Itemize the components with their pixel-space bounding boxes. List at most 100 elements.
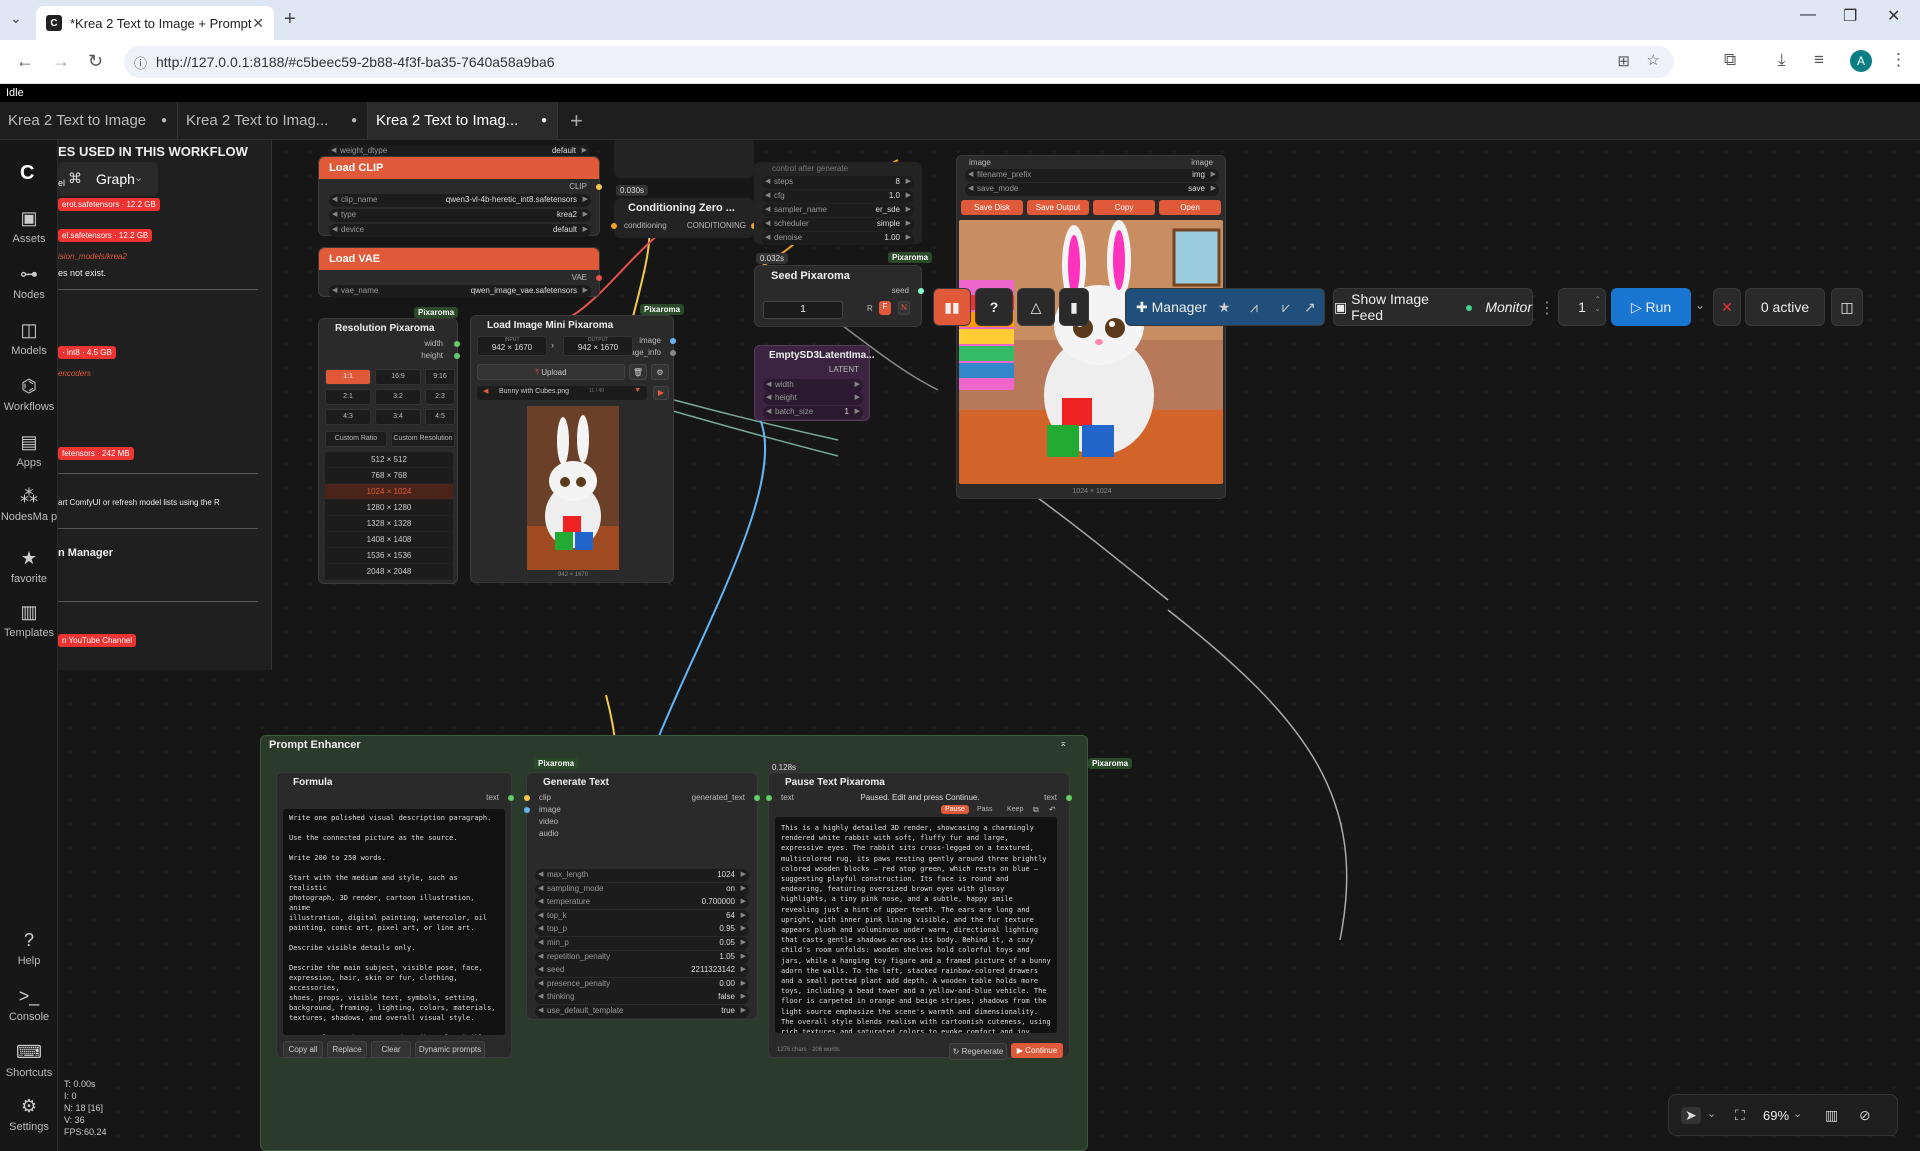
continue-button[interactable]: ▶ Continue: [1011, 1043, 1063, 1058]
save-disk-button[interactable]: Save Disk: [961, 200, 1023, 215]
resolution-option[interactable]: 1408 × 1408: [325, 532, 453, 548]
seed-value-input[interactable]: 1: [763, 301, 843, 319]
generate-text-node[interactable]: Generate Text generated_text clip image …: [524, 772, 760, 1020]
clip-input-socket[interactable]: [524, 795, 530, 801]
clip-name-widget[interactable]: clip_name qwen3-vl-4b-heretic_int8.safete…: [329, 194, 591, 207]
save-mode-widget[interactable]: save_mode save: [965, 183, 1219, 196]
chrome-menu-icon[interactable]: ⋮: [1890, 50, 1907, 70]
regenerate-button[interactable]: ↻ Regenerate: [949, 1043, 1007, 1060]
download-icon[interactable]: ⤓: [1778, 50, 1786, 70]
replace-button[interactable]: Replace: [327, 1041, 367, 1058]
type-widget[interactable]: type krea2: [329, 209, 591, 222]
queue-chart-icon[interactable]: ▮▮: [933, 288, 971, 326]
resolution-option[interactable]: 1328 × 1328: [325, 516, 453, 532]
param-widget-repetition-penalty[interactable]: repetition_penalty 1.05: [535, 950, 749, 964]
sidebar-item-nodes[interactable]: ⊶ Nodes: [0, 264, 58, 301]
chevron-down-icon[interactable]: ⌄: [1793, 1107, 1802, 1120]
new-tab-icon[interactable]: +: [284, 8, 296, 31]
cancel-icon[interactable]: ✕: [1713, 288, 1741, 326]
graph-canvas[interactable]: ES USED IN THIS WORKFLOW ⌘ Graph ⌄ el er…: [58, 140, 1920, 1151]
conditioning-zero-node[interactable]: Conditioning Zero ... conditioning CONDI…: [611, 198, 757, 238]
url-field[interactable]: ⓘ http://127.0.0.1:8188/#c5beec59-2b88-4…: [124, 46, 1674, 78]
vae-output-socket[interactable]: [596, 275, 602, 281]
ratio-2-3[interactable]: 2:3: [425, 389, 455, 405]
width-output-socket[interactable]: [454, 341, 460, 347]
resolution-option[interactable]: 768 × 768: [325, 468, 453, 484]
custom-ratio-button[interactable]: Custom Ratio: [325, 431, 387, 447]
param-widget-min-p[interactable]: min_p 0.05: [535, 937, 749, 950]
formula-textarea[interactable]: Write one polished visual description pa…: [283, 809, 505, 1035]
text-output-socket[interactable]: [508, 795, 514, 801]
settings-icon[interactable]: ⚙: [651, 364, 669, 380]
pass-button[interactable]: Pass: [977, 806, 993, 813]
run-button[interactable]: ▷ Run: [1611, 288, 1691, 326]
sampler-node[interactable]: control after generate steps 8 cfg 1.0 sam…: [754, 162, 922, 245]
sidebar-item-favorite[interactable]: ★ favorite: [0, 548, 58, 585]
scheduler-widget[interactable]: scheduler simple: [762, 218, 914, 231]
param-widget-seed[interactable]: seed 2211323142: [535, 964, 749, 978]
restore-icon[interactable]: ❐: [1843, 6, 1857, 26]
copy-all-button[interactable]: Copy all: [283, 1041, 323, 1058]
help-icon[interactable]: ?: [975, 288, 1013, 326]
forward-icon[interactable]: →: [52, 51, 70, 72]
nodes-tool-icon[interactable]: ⩘: [1250, 299, 1258, 316]
filename-prefix-widget[interactable]: filename_prefix img: [965, 169, 1219, 182]
star-icon[interactable]: ★: [1218, 299, 1231, 316]
width-widget[interactable]: width: [763, 379, 863, 392]
resolution-option[interactable]: 1280 × 1280: [325, 500, 453, 516]
param-widget-temperature[interactable]: temperature 0.700000: [535, 896, 749, 910]
ratio-1-1[interactable]: 1:1: [325, 369, 371, 385]
select-tool-icon[interactable]: ➤: [1681, 1107, 1701, 1124]
device-widget[interactable]: device default: [329, 224, 591, 237]
copy-icon[interactable]: ⧉: [1033, 805, 1039, 815]
pause-textarea[interactable]: This is a highly detailed 3D render, sho…: [775, 817, 1057, 1033]
workflow-tab-1[interactable]: Krea 2 Text to Image ●: [0, 102, 178, 140]
sidebar-item-settings[interactable]: ⚙ Settings: [0, 1096, 58, 1133]
panel-toggle-icon[interactable]: ◫: [1831, 288, 1863, 326]
ratio-3-2[interactable]: 3:2: [375, 389, 421, 405]
share-icon[interactable]: ↗: [1304, 299, 1316, 316]
youtube-link[interactable]: n YouTube Channel: [58, 634, 136, 647]
triangle-tool-icon[interactable]: △: [1017, 288, 1055, 326]
bookmark-star-icon[interactable]: ☆: [1647, 51, 1660, 69]
empty-latent-node[interactable]: EmptySD3LatentIma... LATENT width height…: [754, 345, 875, 421]
sidebar-item-workflows[interactable]: ⌬ Workflows: [0, 376, 58, 413]
formula-node[interactable]: Formula text Write one polished visual d…: [276, 772, 514, 1058]
denoise-widget[interactable]: denoise 1.00: [762, 232, 914, 245]
link-visibility-icon[interactable]: ⊘: [1859, 1107, 1871, 1124]
queue-count-input[interactable]: 1 ⌃ ⌄: [1558, 288, 1606, 326]
conditioning-input-socket[interactable]: [611, 223, 617, 229]
image-info-output-socket[interactable]: [670, 350, 676, 356]
generated-text-output-socket[interactable]: [754, 795, 760, 801]
sidebar-item-models[interactable]: ◫ Models: [0, 320, 58, 357]
save-output-button[interactable]: Save Output: [1027, 200, 1089, 215]
load-clip-node[interactable]: Load CLIP CLIP clip_name qwen3-vl-4b-here…: [318, 156, 602, 237]
chevron-down-icon[interactable]: ⌄: [1707, 1107, 1716, 1120]
cfg-widget[interactable]: cfg 1.0: [762, 190, 914, 203]
zoom-level[interactable]: 69%: [1763, 1108, 1789, 1123]
param-widget-top-p[interactable]: top_p 0.95: [535, 923, 749, 937]
fit-view-icon[interactable]: ⛶: [1735, 1107, 1745, 1124]
sidebar-item-shortcuts[interactable]: ⌨ Shortcuts: [0, 1042, 58, 1079]
param-widget-max-length[interactable]: max_length 1024: [535, 869, 749, 882]
image-output-socket[interactable]: [670, 338, 676, 344]
file-selector[interactable]: ◀ Bunny with Cubes.png 11 / 40 ▼: [477, 386, 647, 400]
run-options-icon[interactable]: ⌄: [1695, 298, 1705, 312]
seed-random-button[interactable]: R: [867, 304, 873, 313]
resolution-option[interactable]: 512 × 512: [325, 452, 453, 468]
workflow-tab-2[interactable]: Krea 2 Text to Imag... ●: [178, 102, 368, 140]
load-vae-node[interactable]: Load VAE VAE vae_name qwen_image_vae.safe…: [318, 247, 602, 298]
next-icon[interactable]: ▶: [653, 386, 669, 400]
sidebar-item-assets[interactable]: ▣ Assets: [0, 208, 58, 245]
param-widget-presence-penalty[interactable]: presence_penalty 0.00: [535, 977, 749, 991]
add-workflow-icon[interactable]: +: [570, 108, 583, 134]
bookmark-icon[interactable]: ▮: [1059, 288, 1089, 326]
sidebar-item-help[interactable]: ? Help: [0, 930, 58, 967]
upload-button[interactable]: ⤒ Upload: [477, 364, 625, 380]
sidebar-item-templates[interactable]: ▥ Templates: [0, 602, 58, 639]
comfy-logo-icon[interactable]: C: [20, 162, 34, 185]
manager-button[interactable]: ✚ Manager ★ ⩘ ⩗ ↗: [1125, 288, 1325, 326]
sidebar-item-nodesmap[interactable]: ⁂ NodesMa p: [0, 486, 58, 523]
seed-fixed-button[interactable]: F: [879, 301, 891, 315]
undo-icon[interactable]: ↶: [1049, 805, 1056, 814]
